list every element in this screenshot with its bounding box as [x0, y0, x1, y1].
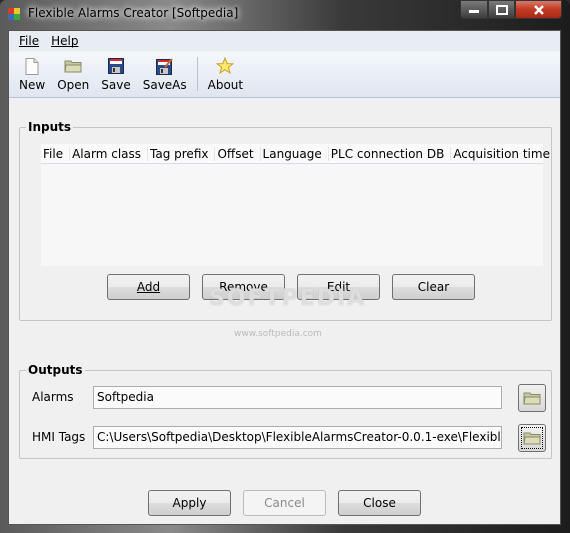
- hmi-tags-label: HMI Tags: [32, 430, 86, 444]
- toolbar-open-label: Open: [57, 78, 90, 92]
- inputs-table-header: File Alarm class Tag prefix Offset Langu…: [41, 144, 550, 164]
- toolbar-save-button[interactable]: Save: [95, 52, 136, 92]
- add-button-label: Add: [136, 280, 161, 294]
- alarms-browse-button[interactable]: [518, 384, 546, 412]
- toolbar: New Open Save SaveAs About: [9, 52, 560, 98]
- column-header-tag-prefix[interactable]: Tag prefix: [148, 146, 216, 161]
- cancel-button-label: Cancel: [264, 496, 305, 510]
- column-header-plc-connection-db[interactable]: PLC connection DB: [329, 146, 452, 161]
- alarms-label: Alarms: [32, 390, 74, 404]
- toolbar-new-button[interactable]: New: [13, 52, 51, 92]
- alarms-field[interactable]: Softpedia: [93, 386, 502, 409]
- client-area: File Help New Open Save SaveAs About Inp…: [8, 30, 561, 525]
- menu-file[interactable]: File: [13, 34, 45, 48]
- cancel-button[interactable]: Cancel: [243, 490, 326, 516]
- menu-help[interactable]: Help: [45, 34, 84, 48]
- folder-icon: [523, 432, 541, 445]
- inputs-table[interactable]: File Alarm class Tag prefix Offset Langu…: [41, 144, 550, 266]
- toolbar-open-button[interactable]: Open: [51, 52, 95, 92]
- star-icon: [216, 57, 235, 75]
- minimize-button[interactable]: [460, 0, 488, 19]
- edit-button[interactable]: Edit: [297, 274, 380, 300]
- minimize-icon: [469, 9, 479, 13]
- add-button[interactable]: Add: [107, 274, 190, 300]
- outputs-group-title: Outputs: [26, 363, 85, 377]
- watermark-url: www.softpedia.com: [234, 329, 322, 339]
- menu-bar: File Help: [9, 31, 560, 51]
- column-header-acquisition-time[interactable]: Acquisition time: [451, 147, 556, 161]
- toolbar-about-button[interactable]: About: [202, 52, 249, 92]
- toolbar-saveas-label: SaveAs: [142, 78, 187, 92]
- app-icon: [8, 8, 20, 20]
- caption-buttons: [460, 0, 562, 19]
- save-as-icon: [156, 57, 174, 75]
- outputs-group: Outputs Alarms Softpedia HMI Tags C:\Use…: [19, 363, 552, 459]
- column-header-offset[interactable]: Offset: [215, 146, 261, 161]
- close-button[interactable]: Close: [338, 490, 421, 516]
- toolbar-separator: [196, 57, 198, 91]
- close-icon: [533, 4, 544, 15]
- edit-button-label: Edit: [326, 280, 351, 294]
- toolbar-about-label: About: [207, 78, 244, 92]
- inputs-group-title: Inputs: [26, 120, 74, 134]
- column-header-file[interactable]: File: [41, 146, 71, 161]
- clear-button-label: Clear: [417, 280, 450, 294]
- column-header-alarm-class[interactable]: Alarm class: [70, 146, 149, 161]
- clear-button[interactable]: Clear: [392, 274, 475, 300]
- close-button-label: Close: [363, 496, 396, 510]
- open-folder-icon: [64, 57, 82, 75]
- new-document-icon: [23, 57, 41, 75]
- column-header-language[interactable]: Language: [261, 146, 329, 161]
- save-floppy-icon: [107, 57, 125, 75]
- remove-button-label: Remove: [219, 280, 268, 294]
- hmi-tags-field[interactable]: C:\Users\Softpedia\Desktop\FlexibleAlarm…: [93, 426, 502, 449]
- remove-button[interactable]: Remove: [202, 274, 285, 300]
- toolbar-new-label: New: [19, 78, 46, 92]
- toolbar-save-label: Save: [101, 78, 131, 92]
- inputs-group: Inputs File Alarm class Tag prefix Offse…: [19, 120, 552, 321]
- folder-icon: [523, 392, 541, 405]
- hmi-tags-browse-button[interactable]: [518, 424, 546, 452]
- menu-help-label: Help: [51, 34, 79, 48]
- maximize-icon: [495, 4, 508, 15]
- apply-button[interactable]: Apply: [148, 490, 231, 516]
- app-window: Flexible Alarms Creator [Softpedia] File…: [0, 0, 570, 533]
- apply-button-label: Apply: [172, 496, 207, 510]
- title-bar[interactable]: Flexible Alarms Creator [Softpedia]: [0, 0, 570, 28]
- menu-file-label: File: [19, 34, 40, 48]
- window-title: Flexible Alarms Creator [Softpedia]: [28, 6, 239, 20]
- close-window-button[interactable]: [515, 0, 562, 19]
- toolbar-saveas-button[interactable]: SaveAs: [137, 52, 193, 92]
- maximize-button[interactable]: [488, 0, 515, 19]
